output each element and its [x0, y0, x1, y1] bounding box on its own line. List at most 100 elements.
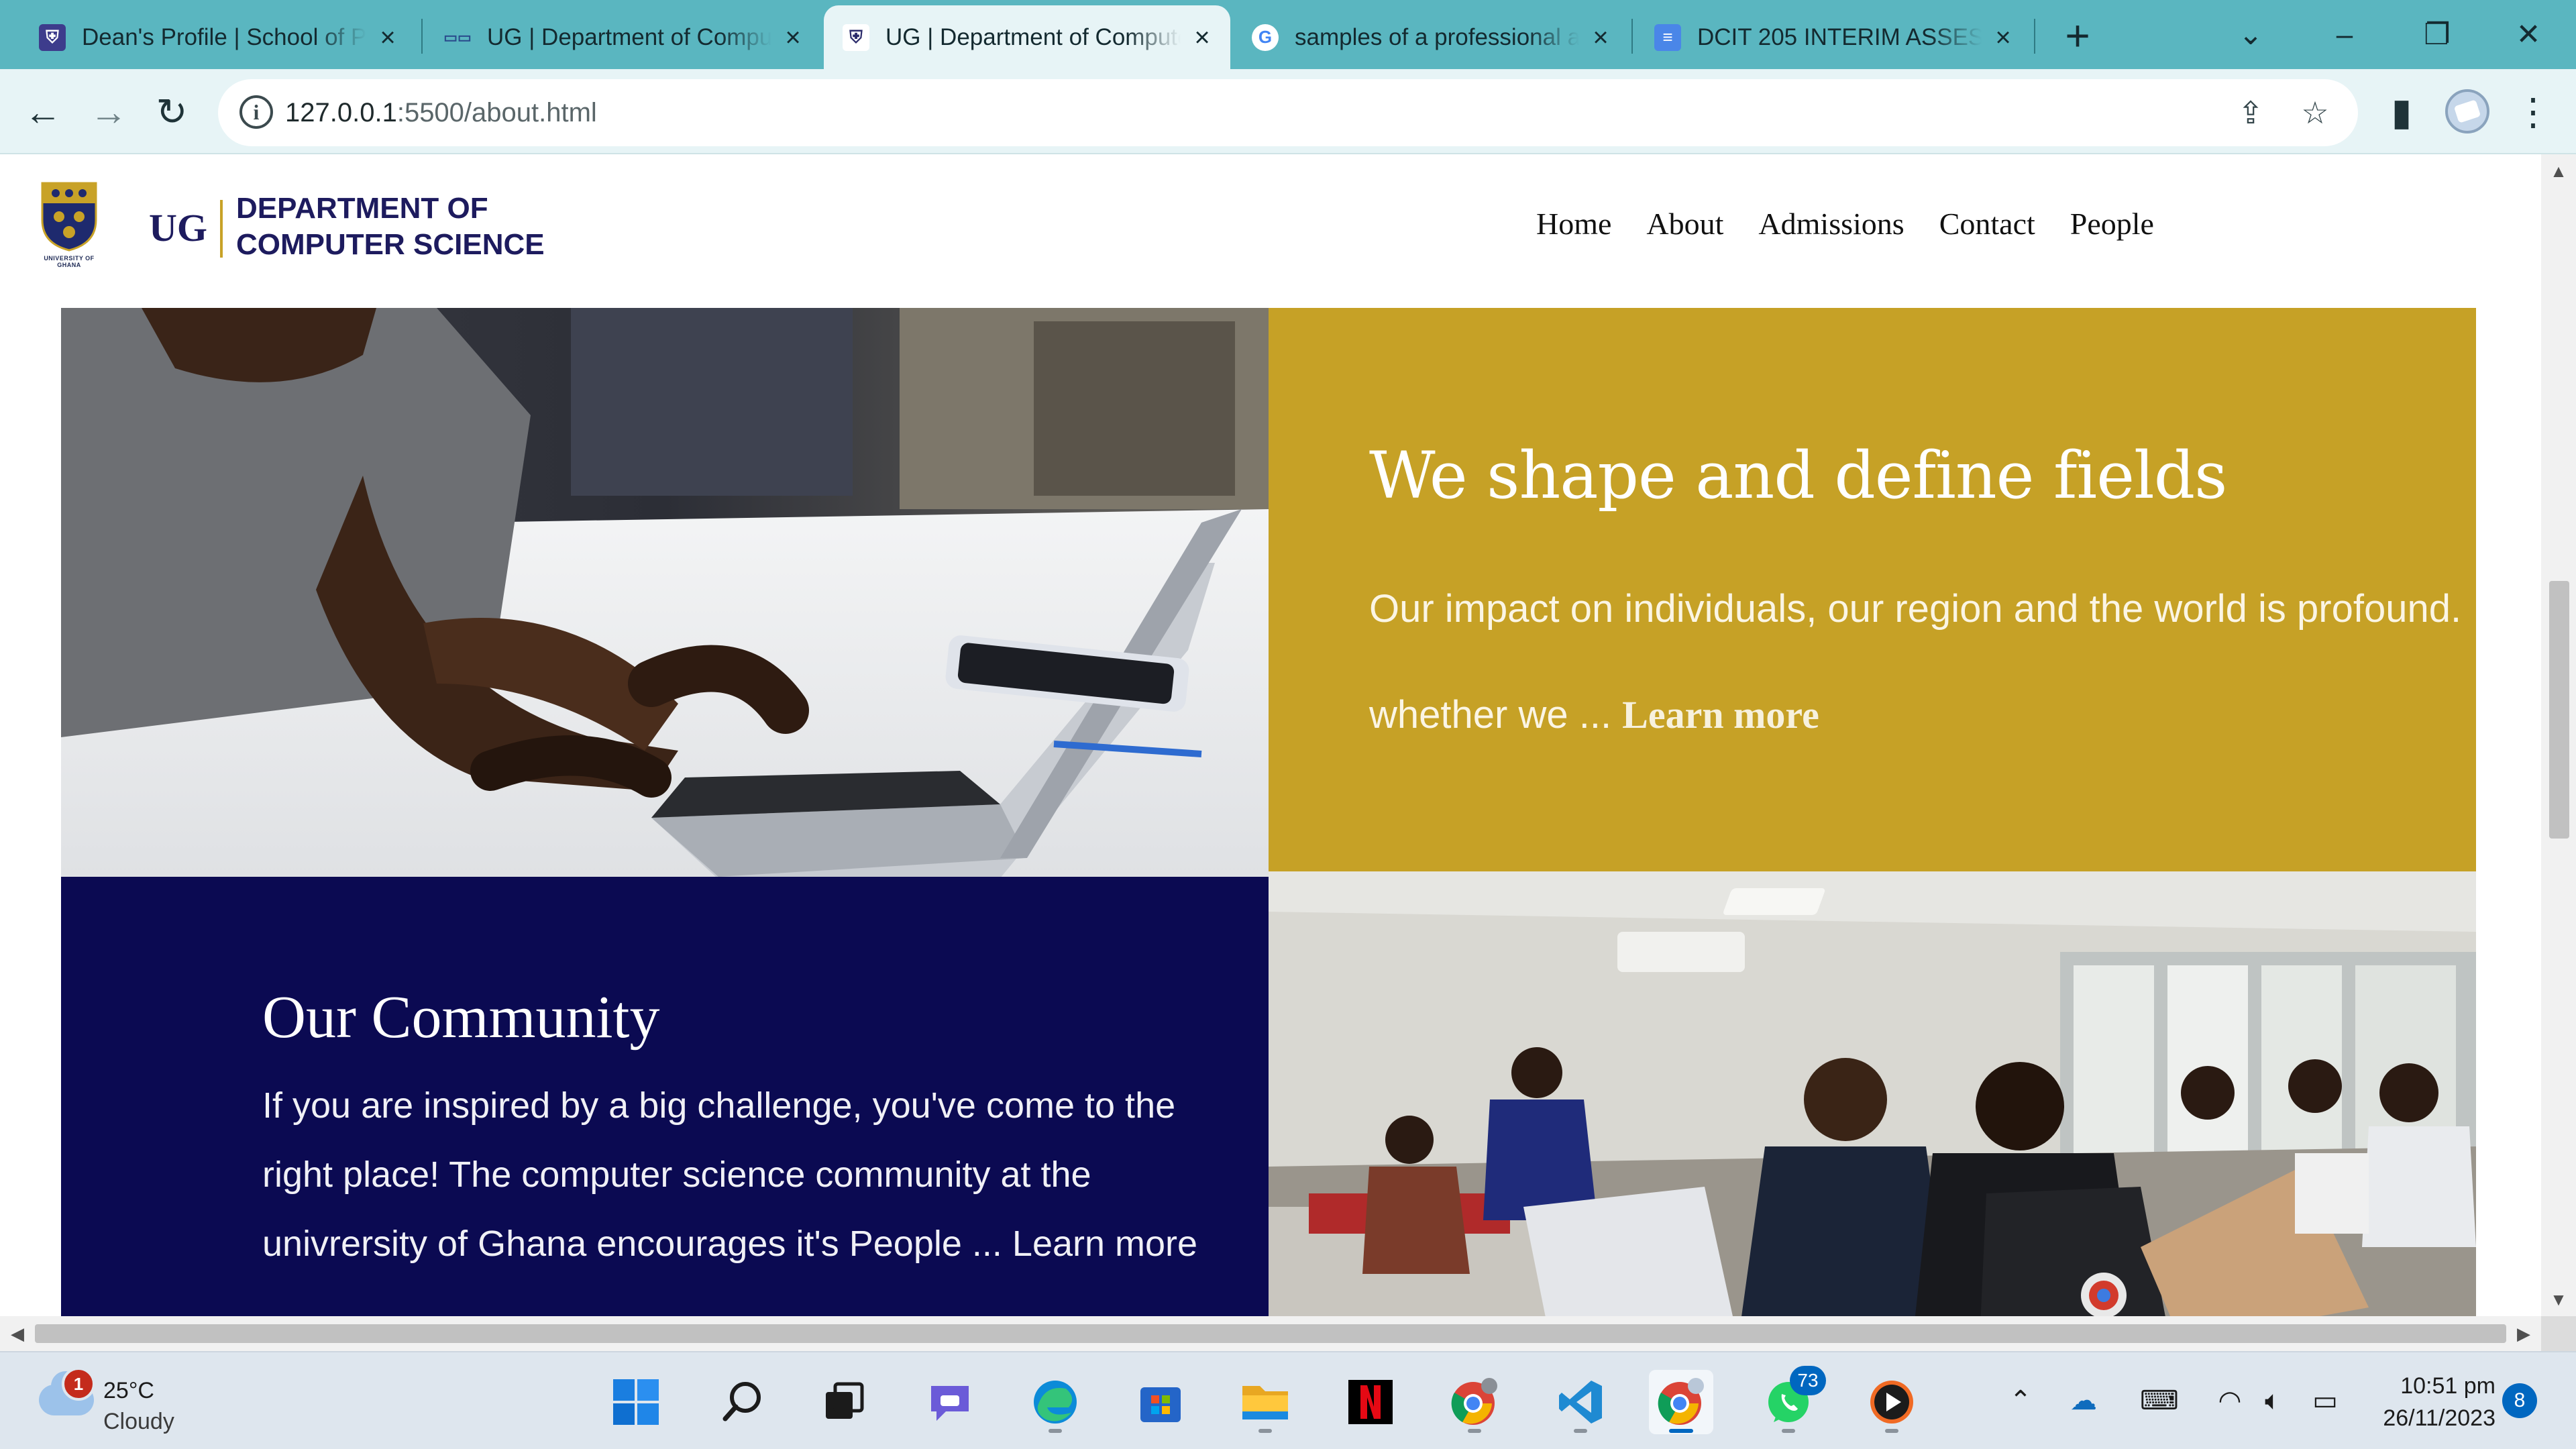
vs-code-button[interactable] — [1548, 1370, 1613, 1434]
tab-google-search[interactable]: G samples of a professional about page × — [1233, 5, 1629, 69]
chrome-icon — [1451, 1378, 1497, 1425]
forward-button[interactable]: → — [82, 85, 136, 139]
vertical-scrollbar[interactable]: ▲ ▼ — [2541, 154, 2576, 1316]
chrome-profile-1-button[interactable] — [1442, 1370, 1507, 1434]
page-viewport: UNIVERSITY OF GHANA UG DEPARTMENT OF COM… — [0, 154, 2541, 1316]
nav-contact[interactable]: Contact — [1939, 204, 2035, 244]
running-indicator — [1782, 1429, 1795, 1433]
logo-ug[interactable]: UG — [149, 195, 207, 262]
tab-search-chevron-icon[interactable]: ⌄ — [2220, 8, 2281, 62]
running-indicator — [1049, 1429, 1062, 1433]
close-tab-icon[interactable]: × — [778, 23, 808, 52]
weather-widget[interactable]: 1 25°C Cloudy — [27, 1367, 228, 1434]
reload-button[interactable]: ↻ — [145, 85, 199, 139]
whatsapp-button[interactable]: 73 — [1756, 1366, 1826, 1434]
netflix-button[interactable] — [1338, 1370, 1403, 1434]
nav-about[interactable]: About — [1646, 204, 1723, 244]
system-clock[interactable]: 10:51 pm 26/11/2023 — [2361, 1370, 2496, 1434]
tab-strip: ⛨ Dean's Profile | School of Physical an… — [0, 0, 2576, 69]
media-player-button[interactable] — [1860, 1370, 1924, 1434]
share-icon[interactable]: ⇪ — [2232, 94, 2269, 131]
close-tab-icon[interactable]: × — [373, 23, 402, 52]
student-laptop-photo — [61, 308, 1269, 877]
windows-taskbar: 1 25°C Cloudy 73 ⌃ ☁ ⌨ ◠ 🔈︎ ▭ 10:51 pm 2… — [0, 1351, 2576, 1449]
new-tab-button[interactable]: + — [2054, 13, 2101, 60]
wifi-icon[interactable]: ◠ — [2211, 1382, 2249, 1419]
notification-count-badge[interactable]: 8 — [2502, 1383, 2537, 1418]
bookmark-star-icon[interactable]: ☆ — [2296, 94, 2334, 131]
address-bar[interactable]: i 127.0.0.1:5500/about.html ⇪ ☆ — [218, 79, 2358, 146]
search-button[interactable] — [710, 1370, 774, 1434]
logo-divider — [220, 200, 223, 258]
edge-button[interactable] — [1023, 1370, 1087, 1434]
chrome-icon — [1658, 1378, 1704, 1425]
clock-date: 26/11/2023 — [2383, 1405, 2496, 1431]
menu-kebab-icon[interactable]: ⋮ — [2506, 85, 2560, 139]
back-button[interactable]: ← — [16, 85, 70, 139]
profile-avatar[interactable] — [2445, 89, 2489, 133]
running-indicator — [1574, 1429, 1587, 1433]
clock-time: 10:51 pm — [2400, 1373, 2496, 1399]
task-view-icon — [826, 1382, 864, 1419]
weather-condition: Cloudy — [103, 1409, 174, 1434]
nav-people[interactable]: People — [2070, 204, 2154, 244]
chrome-profile-2-button[interactable] — [1649, 1370, 1713, 1434]
scroll-left-arrow-icon[interactable]: ◀ — [0, 1316, 35, 1351]
running-indicator — [1885, 1429, 1898, 1433]
start-button[interactable] — [604, 1370, 668, 1434]
tab-google-docs[interactable]: ≡ DCIT 205 INTERIM ASSESSMENT × — [1635, 5, 2031, 69]
horizontal-scroll-thumb[interactable] — [35, 1324, 2506, 1343]
community-body: If you are inspired by a big challenge, … — [262, 1085, 1198, 1264]
site-info-icon[interactable]: i — [239, 95, 273, 129]
scroll-right-arrow-icon[interactable]: ▶ — [2506, 1316, 2541, 1351]
main-navigation: Home About Admissions Contact People — [1536, 204, 2154, 244]
show-hidden-icons-chevron-icon[interactable]: ⌃ — [2002, 1382, 2039, 1419]
scrollbar-corner — [2541, 1316, 2576, 1351]
impact-learn-more-link[interactable]: Learn more — [1622, 693, 1819, 737]
community-heading: Our Community — [262, 984, 660, 1051]
tab-separator — [421, 19, 423, 54]
tab-deans-profile[interactable]: ⛨ Dean's Profile | School of Physical an… — [20, 5, 416, 69]
close-window-button[interactable]: ✕ — [2498, 8, 2559, 62]
tab-separator — [1631, 19, 1633, 54]
tab-department-1[interactable]: ▭▭ UG | Department of Computer Science × — [425, 5, 821, 69]
onedrive-cloud-icon[interactable]: ☁ — [2065, 1382, 2102, 1419]
horizontal-scrollbar[interactable]: ◀ ▶ — [0, 1316, 2541, 1351]
search-icon — [722, 1382, 761, 1421]
logo-department-name[interactable]: DEPARTMENT OF COMPUTER SCIENCE — [236, 191, 585, 263]
restore-button[interactable]: ❐ — [2407, 8, 2467, 62]
scroll-up-arrow-icon[interactable]: ▲ — [2541, 154, 2576, 188]
nav-admissions[interactable]: Admissions — [1758, 204, 1904, 244]
impact-panel: We shape and define fields Our impact on… — [1269, 308, 2476, 871]
teams-chat-button[interactable] — [918, 1370, 982, 1434]
page-favicon-icon: ▭▭ — [443, 28, 472, 46]
nav-home[interactable]: Home — [1536, 204, 1611, 244]
logo-dept-line-2: COMPUTER SCIENCE — [236, 228, 545, 261]
media-player-icon — [1870, 1381, 1913, 1424]
microsoft-store-button[interactable] — [1128, 1370, 1193, 1434]
student-laptop-illustration — [61, 308, 1269, 877]
side-panel-icon[interactable]: ▮ — [2375, 85, 2428, 139]
edge-icon — [1034, 1381, 1077, 1424]
close-tab-icon[interactable]: × — [1988, 23, 2018, 52]
site-header: UNIVERSITY OF GHANA UG DEPARTMENT OF COM… — [0, 154, 2541, 307]
keyboard-icon[interactable]: ⌨ — [2140, 1382, 2179, 1419]
vertical-scroll-thumb[interactable] — [2549, 581, 2569, 839]
tab-department-active[interactable]: ⛨ UG | Department of Computer Science × — [824, 5, 1230, 69]
close-tab-icon[interactable]: × — [1187, 23, 1217, 52]
browser-toolbar: ← → ↻ i 127.0.0.1:5500/about.html ⇪ ☆ ▮ … — [0, 69, 2576, 154]
impact-body: Our impact on individuals, our region an… — [1369, 556, 2469, 768]
url-text[interactable]: 127.0.0.1:5500/about.html — [285, 79, 597, 146]
close-tab-icon[interactable]: × — [1586, 23, 1615, 52]
file-explorer-button[interactable] — [1233, 1370, 1297, 1434]
battery-icon[interactable]: ▭ — [2306, 1382, 2344, 1419]
scroll-down-arrow-icon[interactable]: ▼ — [2541, 1283, 2576, 1316]
netflix-icon — [1348, 1380, 1393, 1424]
tab-title: UG | Department of Computer Science — [487, 23, 771, 50]
minimize-button[interactable]: – — [2314, 8, 2375, 62]
tab-title: samples of a professional about page — [1295, 23, 1579, 50]
volume-icon[interactable]: 🔈︎ — [2254, 1382, 2292, 1419]
google-icon: G — [1252, 23, 1279, 51]
task-view-button[interactable] — [812, 1370, 876, 1434]
ug-crest-favicon-icon: ⛨ — [843, 23, 869, 51]
